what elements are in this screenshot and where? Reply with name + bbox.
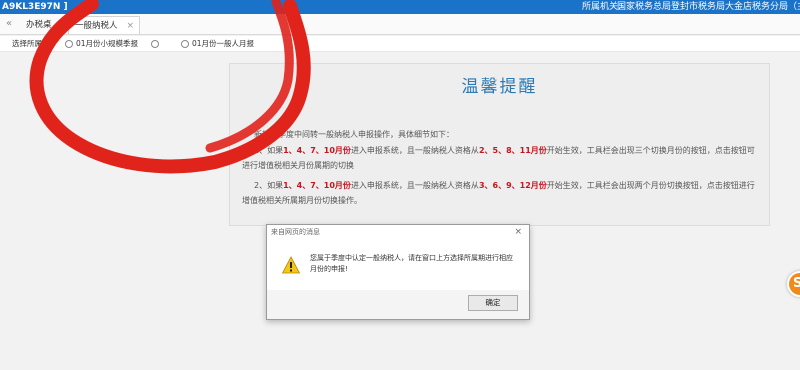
tab-general-taxpayer[interactable]: 一般纳税人 ×: [68, 16, 140, 34]
message-dialog: 来自网页的消息 × 您属于季度中认定一般纳税人，请在窗口上方选择所属期进行相应月…: [266, 224, 530, 320]
notice-rule-2: 2、如果1、4、7、10月份进入申报系统，且一般纳税人资格从3、6、9、12月份…: [242, 181, 755, 205]
org-label: 所属机关:: [582, 2, 622, 12]
dialog-close-icon[interactable]: ×: [514, 225, 522, 240]
tab-close-icon[interactable]: ×: [126, 17, 134, 35]
tab-label: 一般纳税人: [75, 21, 118, 31]
taxpayer-id: A9KL3E97N ]: [2, 2, 68, 12]
warning-icon: [282, 256, 300, 274]
period-selector: 选择所属期 01月份小规模季报 01月份一般人月报: [0, 36, 800, 52]
org-name: 国家税务总局登封市税务局大金店税务分局（主）: [617, 2, 800, 12]
period-radio-quarterly[interactable]: [65, 40, 73, 48]
dialog-title: 来自网页的消息: [271, 228, 320, 236]
tab-bar: « 办税桌面 一般纳税人 ×: [0, 14, 800, 48]
period-radio-monthly[interactable]: [181, 40, 189, 48]
tab-desktop[interactable]: 办税桌面: [20, 16, 64, 48]
top-bar: A9KL3E97N ] 所属机关: 国家税务总局登封市税务局大金店税务分局（主）: [0, 0, 800, 14]
tab-scroll-back-icon[interactable]: «: [3, 17, 15, 31]
period-radio-blank[interactable]: [151, 40, 159, 48]
period-option-label: 01月份一般人月报: [192, 39, 255, 48]
notice-intro: 新规则季度中间转一般纳税人申报操作，具体细节如下：: [254, 130, 454, 139]
service-icon[interactable]: S: [787, 271, 800, 297]
notice-rule-1: 1、如果1、4、7、10月份进入申报系统，且一般纳税人资格从2、5、8、11月份…: [242, 146, 755, 170]
dialog-header: 来自网页的消息 ×: [267, 225, 529, 240]
period-label: 选择所属期: [12, 39, 50, 48]
notice-title: 温馨提醒: [461, 77, 538, 97]
period-option-label: 01月份小规模季报: [76, 39, 139, 48]
dialog-message: 您属于季度中认定一般纳税人，请在窗口上方选择所属期进行相应月份的申报!: [310, 254, 513, 273]
dialog-body: 您属于季度中认定一般纳税人，请在窗口上方选择所属期进行相应月份的申报!: [267, 240, 529, 290]
ok-button[interactable]: 确定: [468, 295, 518, 311]
notice-card: 温馨提醒 新规则季度中间转一般纳税人申报操作，具体细节如下： 1、如果1、4、7…: [229, 63, 770, 226]
